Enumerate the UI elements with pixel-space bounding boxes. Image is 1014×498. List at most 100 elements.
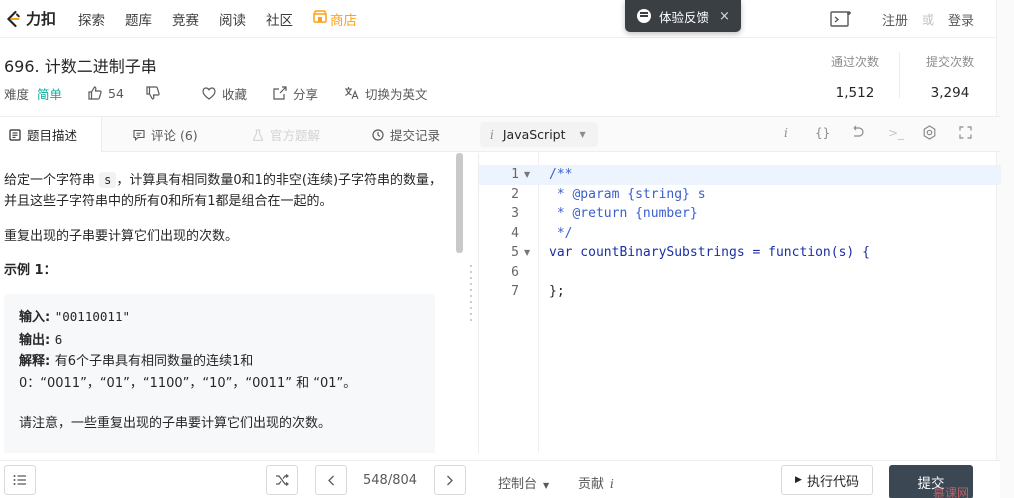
feedback-toast[interactable]: 体验反馈 ×: [625, 0, 741, 32]
logo-text: 力扣: [26, 10, 57, 28]
code-line[interactable]: 5 ▼ var countBinarySubstrings = function…: [479, 243, 1001, 263]
tab-comments[interactable]: 评论 (6): [133, 117, 198, 152]
nav-right: 注册 或 登录: [830, 0, 974, 38]
code-line[interactable]: 3 * @return {number}: [479, 204, 1001, 224]
code-line[interactable]: 6: [479, 263, 1001, 283]
playground-icon[interactable]: [830, 10, 852, 28]
gear-icon: [923, 125, 936, 140]
description-panel[interactable]: 给定一个字符串 s ，计算具有相同数量0和1的非空(连续)子字符串的数量，并且这些…: [0, 153, 463, 453]
difficulty-label: 难度: [4, 86, 30, 102]
example-output-value: 6: [54, 331, 63, 347]
example-explanation-text: 有6个子串具有相同数量的连续1和: [54, 354, 254, 369]
like-button[interactable]: 54: [88, 86, 124, 101]
example-title: 示例 1：: [4, 263, 57, 278]
panel-resize-handle[interactable]: [470, 265, 473, 325]
translate-icon: [344, 87, 359, 100]
register-link[interactable]: 注册: [882, 10, 908, 29]
code-text: */: [549, 225, 573, 241]
random-problem-button[interactable]: [266, 465, 298, 495]
problem-list-button[interactable]: [4, 465, 36, 495]
logo[interactable]: 力扣: [4, 0, 56, 38]
code-line[interactable]: 4 */: [479, 224, 1001, 244]
favorite-label: 收藏: [221, 86, 247, 102]
share-button[interactable]: 分享: [273, 84, 318, 103]
accepted-value: 1,512: [835, 85, 875, 101]
description-scrollbar[interactable]: [456, 153, 463, 253]
example-explanation: 解释: 有6个子串具有相同数量的连续1和: [19, 351, 420, 373]
console-toggle-button[interactable]: >_: [888, 126, 904, 140]
nav-community[interactable]: 社区: [266, 9, 293, 29]
fold-arrow-icon[interactable]: ▼: [524, 243, 530, 263]
code-format-button[interactable]: {}: [815, 126, 830, 140]
line-number: 1: [511, 167, 519, 182]
example-output-label: 输出:: [19, 332, 55, 348]
line-number: 3: [511, 206, 519, 221]
nav-contest[interactable]: 竞赛: [172, 9, 199, 29]
tab-submissions[interactable]: 提交记录: [372, 117, 440, 152]
tab-submissions-label: 提交记录: [390, 128, 441, 143]
thumbs-down-icon: [146, 86, 160, 100]
code-line[interactable]: 7 };: [479, 282, 1001, 302]
run-code-button[interactable]: ▶ 执行代码: [781, 465, 873, 495]
language-select-value: JavaScript: [502, 127, 566, 142]
like-count: 54: [108, 85, 124, 101]
switch-language-button[interactable]: 切换为英文: [344, 84, 427, 103]
close-icon[interactable]: ×: [719, 9, 730, 24]
chevron-down-icon: ▼: [543, 481, 550, 490]
accepted-stat: 通过次数 1,512: [820, 53, 890, 101]
dislike-button[interactable]: [146, 86, 166, 100]
contribute-label: 贡献: [578, 477, 605, 492]
next-problem-button[interactable]: [434, 465, 466, 495]
line-number: 7: [511, 284, 519, 299]
nav-explore[interactable]: 探索: [78, 9, 105, 29]
nav-store[interactable]: 商店: [313, 9, 357, 29]
code-line[interactable]: 1 ▼ /**: [479, 165, 1001, 185]
code-text: /**: [549, 167, 573, 182]
code-editor[interactable]: 1 ▼ /** 2 * @param {string} s 3 * @retur…: [478, 153, 1001, 453]
contribute-link[interactable]: 贡献 i: [578, 473, 614, 492]
submissions-label: 提交次数: [925, 55, 974, 69]
run-code-label: 执行代码: [806, 474, 859, 490]
code-line[interactable]: 2 * @param {string} s: [479, 185, 1001, 205]
document-icon: [9, 128, 21, 141]
inline-code: s: [99, 172, 117, 188]
nav-problemset[interactable]: 题库: [125, 9, 152, 29]
line-number: 5: [511, 245, 519, 260]
settings-button[interactable]: [922, 125, 937, 143]
fullscreen-button[interactable]: [959, 126, 972, 142]
prev-problem-button[interactable]: [315, 465, 347, 495]
example-input-label: 输入:: [19, 310, 55, 325]
tab-description[interactable]: 题目描述: [0, 117, 102, 152]
language-select[interactable]: i JavaScript ▼: [480, 122, 598, 147]
nav-read[interactable]: 阅读: [219, 9, 246, 29]
fold-arrow-icon[interactable]: ▼: [524, 165, 530, 185]
favorite-button[interactable]: 收藏: [202, 84, 247, 103]
code-text: };: [549, 284, 565, 299]
list-icon: [13, 475, 26, 485]
or-text: 或: [921, 12, 934, 27]
problem-meta: 难度 简单 54 收藏 分享 切换为英文: [4, 84, 427, 102]
login-link[interactable]: 登录: [948, 10, 974, 29]
accepted-label: 通过次数: [830, 55, 879, 69]
submissions-value: 3,294: [930, 85, 970, 101]
example-output: 输出: 6: [19, 329, 420, 352]
info-button[interactable]: i: [784, 126, 788, 140]
reset-code-button[interactable]: [850, 125, 864, 141]
example-note: 请注意，一些重复出现的子串要计算它们出现的次数。: [19, 416, 332, 431]
example-input: 输入: "00110011": [19, 306, 420, 329]
chat-bubble-icon: [637, 9, 651, 23]
line-number: 6: [511, 264, 519, 280]
description-text: 给定一个字符串: [4, 173, 100, 188]
console-toggle[interactable]: 控制台 ▼: [498, 473, 549, 492]
tab-solution: 官方题解: [252, 117, 320, 152]
watermark: 慕课网: [933, 486, 970, 498]
info-icon: i: [490, 127, 494, 142]
stats-divider: [899, 52, 900, 98]
code-text: * @param {string} s: [549, 186, 706, 202]
difficulty-badge: 简单: [37, 86, 63, 102]
expand-icon: [959, 126, 972, 139]
problem-title: 696. 计数二进制子串: [4, 57, 157, 76]
tab-description-label: 题目描述: [27, 128, 78, 143]
thumbs-up-icon: [88, 86, 102, 100]
nav-store-label: 商店: [330, 12, 358, 29]
